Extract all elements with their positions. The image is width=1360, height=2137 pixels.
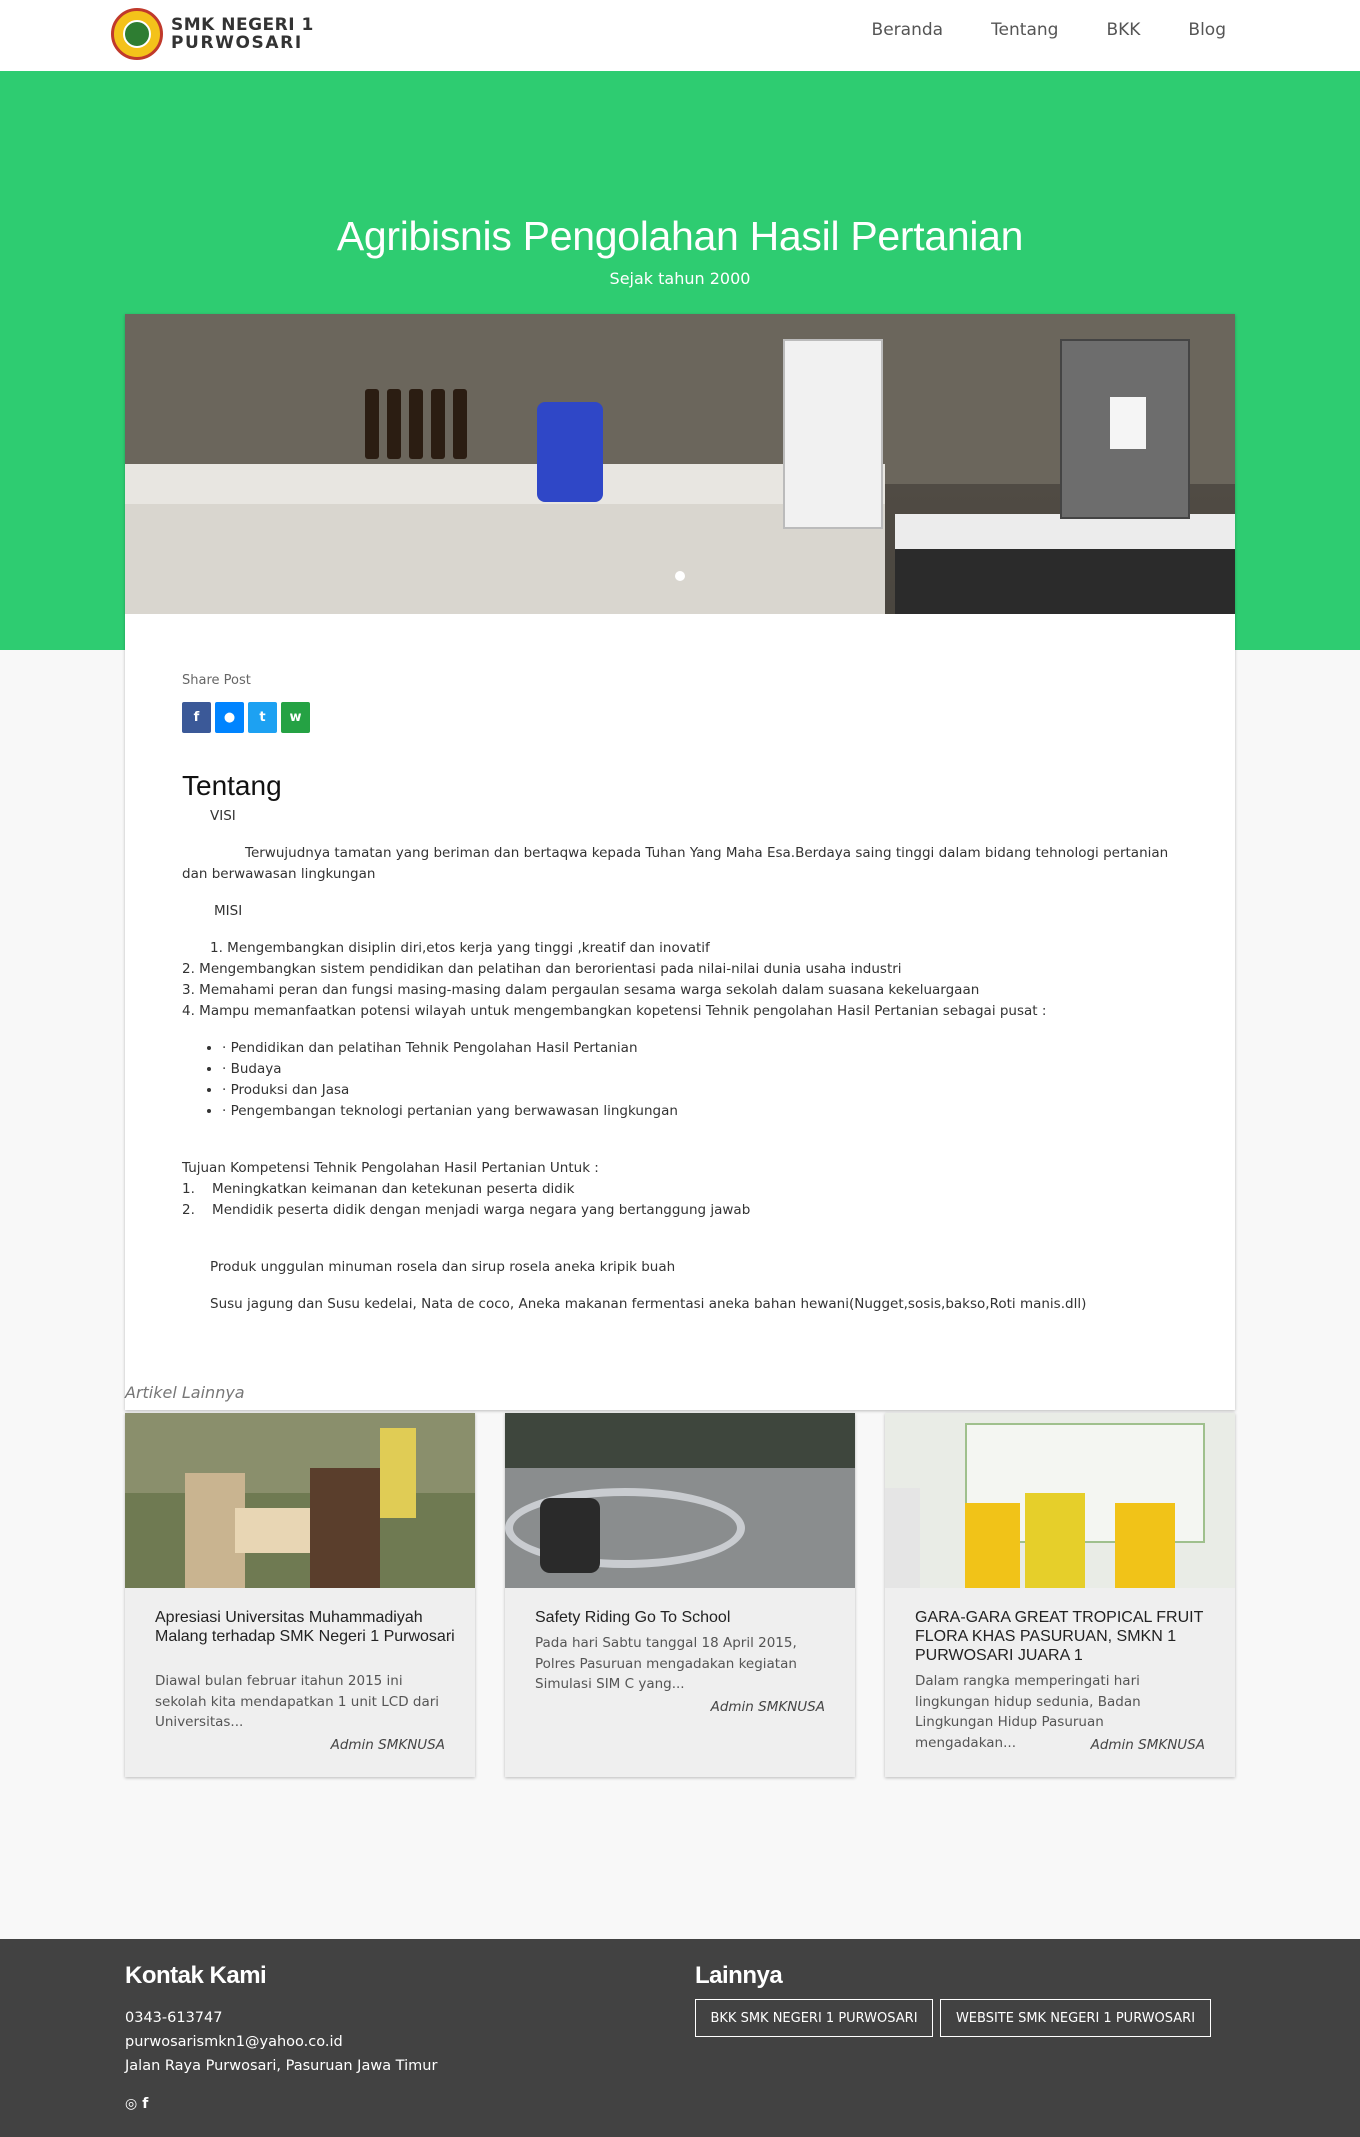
article-card[interactable]: GARA-GARA GREAT TROPICAL FRUIT FLORA KHA… — [885, 1413, 1235, 1777]
facebook-icon[interactable]: f — [142, 2096, 148, 2112]
share-buttons: f ● t w — [182, 702, 310, 733]
social-links: ◎ f — [125, 2096, 148, 2112]
post-content: Tentang VISI Terwujudnya tamatan yang be… — [182, 770, 1182, 1331]
brand[interactable]: SMK NEGERI 1 PURWOSARI — [111, 8, 314, 60]
contact-title: Kontak Kami — [125, 1962, 267, 1989]
nav-bkk[interactable]: BKK — [1106, 20, 1140, 40]
twitter-share-icon[interactable]: t — [248, 702, 277, 733]
produk-text: Produk unggulan minuman rosela dan sirup… — [210, 1259, 676, 1275]
article-thumbnail[interactable] — [125, 1413, 475, 1588]
facebook-share-icon[interactable]: f — [182, 702, 211, 733]
list-item: · Pengembangan teknologi pertanian yang … — [222, 1101, 1182, 1122]
messenger-share-icon[interactable]: ● — [215, 702, 244, 733]
article-title[interactable]: Safety Riding Go To School — [535, 1608, 835, 1627]
contact-phone: 0343-613747 — [125, 2010, 223, 2026]
tujuan-item: 1. Meningkatkan keimanan dan ketekunan p… — [182, 1181, 575, 1197]
contact-email[interactable]: purwosarismkn1@yahoo.co.id — [125, 2034, 343, 2050]
misi-item: 3. Memahami peran dan fungsi masing-masi… — [182, 982, 980, 998]
nav-tentang[interactable]: Tentang — [991, 20, 1058, 40]
tujuan-title: Tujuan Kompetensi Tehnik Pengolahan Hasi… — [182, 1160, 599, 1176]
misi-item: 2. Mengembangkan sistem pendidikan dan p… — [182, 961, 902, 977]
brand-line1: SMK NEGERI 1 — [171, 15, 314, 35]
focus-list: · Pendidikan dan pelatihan Tehnik Pengol… — [222, 1038, 1182, 1122]
whatsapp-share-icon[interactable]: w — [281, 702, 310, 733]
school-logo-icon — [111, 8, 163, 60]
article-title[interactable]: Apresiasi Universitas Muhammadiyah Malan… — [155, 1608, 455, 1646]
contact-address: Jalan Raya Purwosari, Pasuruan Jawa Timu… — [125, 2058, 438, 2074]
share-label: Share Post — [182, 673, 251, 688]
article-excerpt: Pada hari Sabtu tanggal 18 April 2015, P… — [535, 1635, 797, 1692]
footer: Kontak Kami 0343-613747 purwosarismkn1@y… — [0, 1939, 1360, 2137]
article-excerpt: Diawal bulan februar itahun 2015 ini sek… — [155, 1673, 440, 1730]
article-author: Admin SMKNUSA — [1090, 1737, 1205, 1753]
visi-label: VISI — [210, 808, 236, 824]
nav-beranda[interactable]: Beranda — [872, 20, 944, 40]
misi-item: 1. Mengembangkan disiplin diri,etos kerj… — [210, 940, 710, 956]
page-title: Agribisnis Pengolahan Hasil Pertanian — [336, 213, 1024, 259]
post-card: Share Post f ● t w Tentang VISI Terwujud… — [125, 314, 1235, 1410]
article-thumbnail[interactable] — [505, 1413, 855, 1588]
tujuan-item: 2. Mendidik peserta didik dengan menjadi… — [182, 1202, 751, 1218]
article-card[interactable]: Apresiasi Universitas Muhammadiyah Malan… — [125, 1413, 475, 1777]
article-thumbnail[interactable] — [885, 1413, 1235, 1588]
website-link-button[interactable]: WEBSITE SMK NEGERI 1 PURWOSARI — [940, 1999, 1211, 2037]
misi-label: MISI — [214, 903, 243, 919]
other-links-title: Lainnya — [695, 1962, 783, 1989]
brand-name: SMK NEGERI 1 PURWOSARI — [171, 16, 314, 52]
hero-banner: Agribisnis Pengolahan Hasil Pertanian Se… — [0, 71, 1360, 1410]
visi-text: Terwujudnya tamatan yang beriman dan ber… — [182, 845, 1169, 882]
page-subtitle: Sejak tahun 2000 — [609, 269, 751, 288]
related-articles-title: Artikel Lainnya — [125, 1383, 245, 1402]
main-nav: Beranda Tentang BKK Blog — [824, 20, 1226, 40]
list-item: · Produksi dan Jasa — [222, 1080, 1182, 1101]
carousel-indicator[interactable] — [675, 571, 685, 581]
list-item: · Budaya — [222, 1059, 1182, 1080]
article-card[interactable]: Safety Riding Go To School Pada hari Sab… — [505, 1413, 855, 1777]
bkk-link-button[interactable]: BKK SMK NEGERI 1 PURWOSARI — [695, 1999, 933, 2037]
article-author: Admin SMKNUSA — [710, 1699, 825, 1715]
article-author: Admin SMKNUSA — [330, 1737, 445, 1753]
instagram-icon[interactable]: ◎ — [125, 2096, 137, 2112]
brand-line2: PURWOSARI — [171, 33, 303, 53]
content-heading: Tentang — [182, 770, 282, 801]
list-item: · Pendidikan dan pelatihan Tehnik Pengol… — [222, 1038, 1182, 1059]
post-carousel-image[interactable] — [125, 314, 1235, 614]
navbar: SMK NEGERI 1 PURWOSARI Beranda Tentang B… — [0, 0, 1360, 71]
produk-text: Susu jagung dan Susu kedelai, Nata de co… — [210, 1296, 1087, 1312]
nav-blog[interactable]: Blog — [1188, 20, 1226, 40]
misi-item: 4. Mampu memanfaatkan potensi wilayah un… — [182, 1003, 1047, 1019]
article-title[interactable]: GARA-GARA GREAT TROPICAL FRUIT FLORA KHA… — [915, 1608, 1215, 1665]
